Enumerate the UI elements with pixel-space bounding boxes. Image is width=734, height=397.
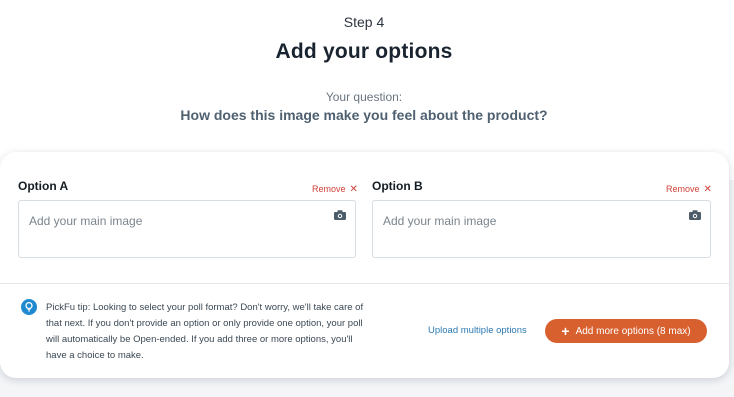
option-b-remove-button[interactable]: Remove ✕ — [666, 184, 712, 195]
question-text: How does this image make you feel about … — [180, 107, 548, 123]
question-label: Your question: — [325, 90, 403, 104]
add-more-options-label: Add more options (8 max) — [575, 325, 691, 337]
tip-text: PickFu tip: Looking to select your poll … — [46, 302, 364, 361]
option-a-image-input[interactable]: Add your main image — [18, 200, 356, 258]
close-icon: ✕ — [349, 184, 358, 195]
remove-label: Remove — [666, 184, 700, 194]
plus-icon: + — [561, 323, 570, 339]
camera-icon[interactable] — [689, 210, 701, 220]
option-a-remove-button[interactable]: Remove ✕ — [312, 184, 358, 195]
option-b-image-input[interactable]: Add your main image — [372, 200, 711, 258]
options-card: Option A Remove ✕ Add your main image Opt… — [0, 152, 729, 378]
close-icon: ✕ — [703, 184, 712, 195]
add-more-options-button[interactable]: + Add more options (8 max) — [545, 319, 707, 343]
remove-label: Remove — [312, 184, 346, 194]
option-a-title: Option A — [18, 179, 69, 193]
lightbulb-icon — [21, 299, 37, 315]
page-title: Add your options — [275, 40, 453, 63]
upload-multiple-link[interactable]: Upload multiple options — [428, 325, 527, 336]
camera-icon[interactable] — [334, 210, 346, 220]
card-divider — [0, 283, 729, 284]
step-label: Step 4 — [343, 14, 385, 30]
image-placeholder: Add your main image — [29, 214, 143, 228]
image-placeholder: Add your main image — [383, 214, 497, 228]
option-b-title: Option B — [372, 179, 423, 193]
